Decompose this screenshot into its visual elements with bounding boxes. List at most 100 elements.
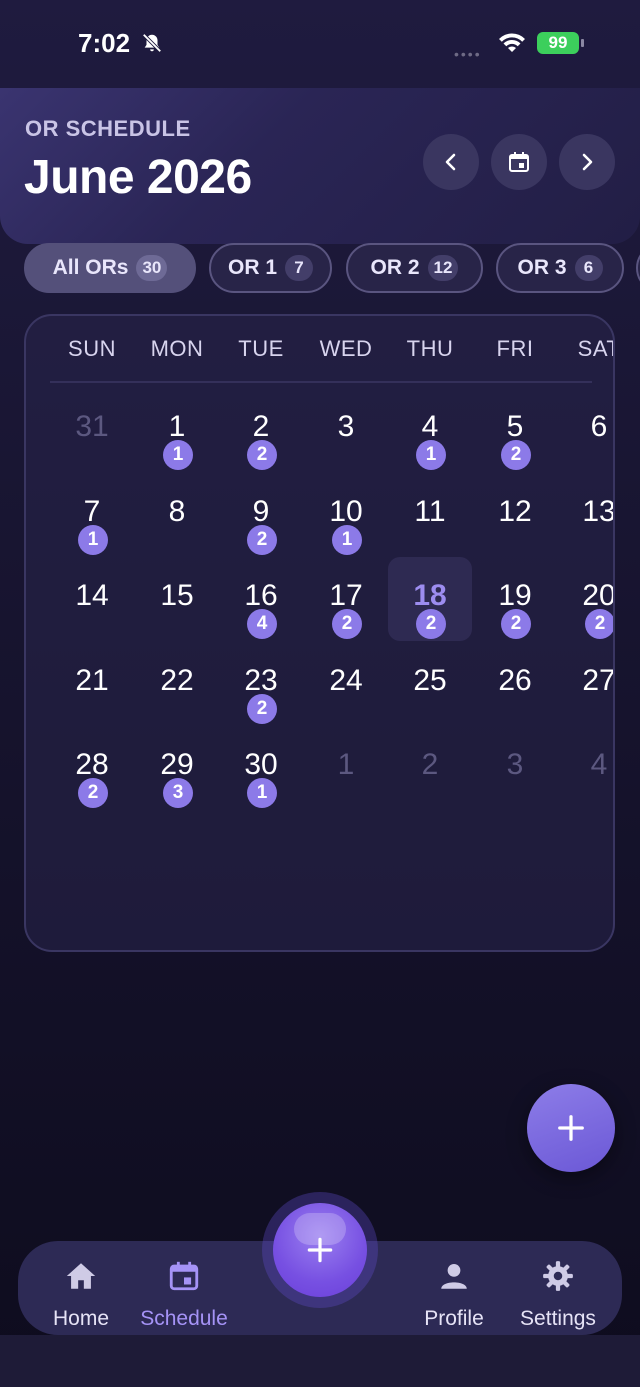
calendar-day[interactable]: 8 bbox=[135, 473, 219, 557]
calendar-day[interactable]: 21 bbox=[50, 642, 134, 726]
calendar-day[interactable]: 4 bbox=[557, 726, 613, 810]
day-number: 18 bbox=[413, 579, 447, 613]
day-number: 11 bbox=[414, 494, 446, 528]
calendar-day[interactable]: 2 bbox=[388, 726, 472, 810]
calendar-day[interactable]: 17 2 bbox=[304, 557, 388, 641]
day-number: 24 bbox=[329, 663, 363, 697]
calendar-day[interactable]: 14 bbox=[50, 557, 134, 641]
day-number: 22 bbox=[160, 663, 194, 697]
filter-chip-count: 30 bbox=[136, 255, 168, 281]
nav-label: Settings bbox=[520, 1307, 596, 1330]
day-number: 19 bbox=[498, 579, 532, 613]
day-number: 14 bbox=[75, 579, 109, 613]
calendar-day[interactable]: 29 3 bbox=[135, 726, 219, 810]
prev-month-button[interactable] bbox=[423, 134, 479, 190]
calendar-day[interactable]: 26 bbox=[473, 642, 557, 726]
weekday-header: SUN MON TUE WED THU FRI SAT bbox=[26, 316, 613, 382]
calendar-day[interactable]: 41 bbox=[388, 388, 472, 472]
day-number: 9 bbox=[252, 494, 270, 528]
filter-chip-count: 12 bbox=[427, 255, 459, 281]
day-number: 3 bbox=[337, 410, 355, 443]
schedule-header: OR SCHEDULE June 2026 bbox=[0, 88, 640, 244]
case-count-badge: 2 bbox=[332, 609, 362, 640]
filter-chip-or-2[interactable]: OR 2 12 bbox=[346, 243, 483, 293]
header-subtitle: OR SCHEDULE bbox=[25, 116, 191, 141]
day-number: 30 bbox=[244, 748, 278, 782]
home-icon bbox=[66, 1263, 96, 1289]
weekday-divider bbox=[50, 381, 592, 383]
day-number: 1 bbox=[337, 748, 355, 782]
calendar-day[interactable]: 3 bbox=[304, 388, 388, 472]
nav-schedule[interactable]: Schedule bbox=[132, 1241, 236, 1335]
today-button[interactable] bbox=[491, 134, 547, 190]
day-number: 2 bbox=[421, 748, 439, 782]
day-number: 25 bbox=[413, 663, 447, 697]
calendar-day[interactable]: 25 bbox=[388, 642, 472, 726]
day-number: 1 bbox=[168, 410, 186, 443]
calendar-day[interactable]: 27 bbox=[557, 642, 615, 726]
calendar-day[interactable]: 22 bbox=[219, 388, 303, 472]
calendar-day[interactable]: 23 2 bbox=[219, 642, 303, 726]
filter-chip-or-3[interactable]: OR 3 6 bbox=[496, 243, 624, 293]
calendar-day[interactable]: 92 bbox=[219, 473, 303, 557]
nav-label: Schedule bbox=[140, 1307, 228, 1330]
calendar-day[interactable]: 10 1 bbox=[304, 473, 388, 557]
center-add-button[interactable] bbox=[273, 1203, 367, 1297]
calendar-day[interactable]: 11 bbox=[135, 388, 219, 472]
calendar-day[interactable]: 13 bbox=[557, 473, 613, 557]
case-count-badge: 4 bbox=[247, 609, 277, 640]
filter-chip-or-1[interactable]: OR 1 7 bbox=[209, 243, 332, 293]
day-number: 27 bbox=[582, 663, 615, 697]
case-count-badge: 2 bbox=[501, 440, 531, 470]
calendar-day[interactable]: 71 bbox=[50, 473, 134, 557]
filter-chip-label: All ORs bbox=[52, 256, 129, 279]
home-indicator-area bbox=[0, 1335, 640, 1387]
calendar-day[interactable]: 16 4 bbox=[219, 557, 303, 641]
weekday-label: TUE bbox=[238, 336, 284, 361]
calendar-day[interactable]: 19 2 bbox=[473, 557, 557, 641]
calendar-day[interactable]: 24 bbox=[304, 642, 388, 726]
case-count-badge: 2 bbox=[247, 693, 277, 724]
weekday-label: MON bbox=[150, 336, 204, 361]
gear-icon bbox=[543, 1261, 573, 1291]
add-case-fab[interactable] bbox=[527, 1084, 615, 1172]
day-number: 31 bbox=[75, 410, 109, 443]
calendar-day[interactable]: 31 bbox=[50, 388, 134, 472]
calendar-day[interactable]: 28 2 bbox=[50, 726, 134, 810]
calendar-day[interactable]: 3 bbox=[473, 726, 557, 810]
calendar-day-today[interactable]: 18 2 bbox=[388, 557, 472, 642]
filter-chip-label: OR 1 bbox=[227, 256, 277, 279]
weekday-label: SAT bbox=[577, 336, 613, 361]
case-count-badge: 2 bbox=[585, 609, 613, 640]
day-number: 7 bbox=[83, 494, 101, 528]
calendar-day[interactable]: 1 bbox=[304, 726, 388, 810]
case-count-badge: 3 bbox=[163, 778, 193, 809]
calendar-day[interactable]: 20 2 bbox=[557, 557, 615, 641]
calendar-day[interactable]: 12 bbox=[473, 473, 557, 557]
day-number: 8 bbox=[168, 494, 186, 528]
filter-chip-overflow[interactable] bbox=[636, 243, 640, 293]
calendar-day[interactable]: 11 bbox=[388, 473, 472, 557]
day-number: 4 bbox=[421, 410, 439, 443]
filter-chip-count: 7 bbox=[285, 255, 313, 281]
day-number: 16 bbox=[244, 579, 278, 613]
plus-icon bbox=[307, 1237, 333, 1263]
calendar-day[interactable]: 30 1 bbox=[219, 726, 303, 810]
calendar-day[interactable]: 6 bbox=[557, 388, 613, 472]
day-number: 20 bbox=[582, 579, 615, 613]
chevron-right-icon bbox=[582, 153, 593, 171]
day-number: 15 bbox=[160, 579, 194, 613]
nav-home[interactable]: Home bbox=[44, 1241, 118, 1335]
calendar-day[interactable]: 22 bbox=[135, 642, 219, 726]
calendar-day[interactable]: 52 bbox=[473, 388, 557, 472]
calendar-day[interactable]: 15 bbox=[135, 557, 219, 641]
calendar-icon bbox=[169, 1261, 199, 1291]
case-count-badge: 1 bbox=[332, 524, 362, 555]
nav-profile[interactable]: Profile bbox=[414, 1241, 494, 1335]
filter-chip-all-ors[interactable]: All ORs 30 bbox=[24, 243, 196, 293]
filter-chip-label: OR 2 bbox=[370, 256, 420, 279]
day-number: 21 bbox=[75, 663, 109, 697]
nav-settings[interactable]: Settings bbox=[512, 1241, 604, 1335]
day-number: 4 bbox=[590, 748, 608, 782]
next-month-button[interactable] bbox=[559, 134, 615, 190]
